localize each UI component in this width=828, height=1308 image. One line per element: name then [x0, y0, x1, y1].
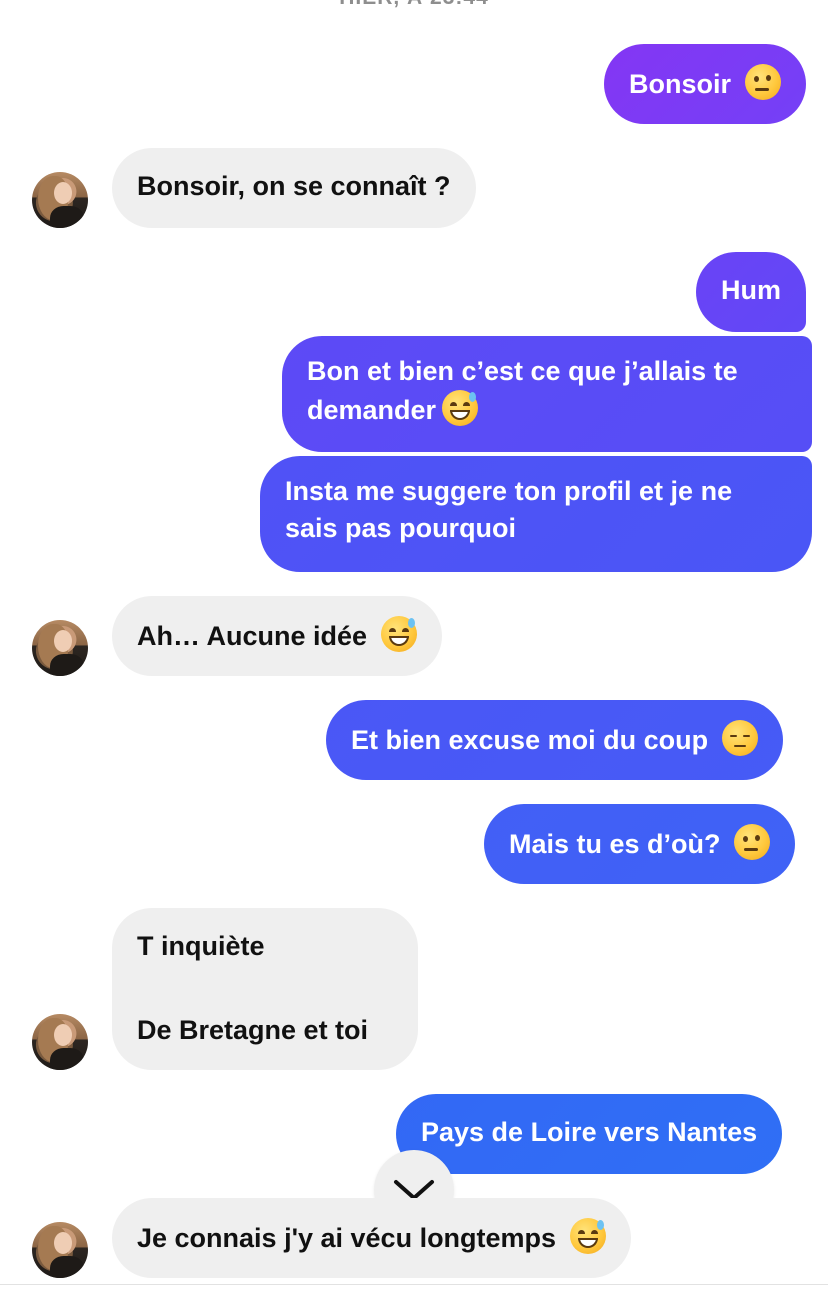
outgoing-message[interactable]: Mais tu es d’où? [484, 804, 796, 884]
message-text: Bonsoir, on se connaît ? [137, 171, 451, 201]
incoming-message[interactable]: Ah… Aucune idée [112, 596, 442, 676]
avatar[interactable] [32, 172, 88, 228]
thinking-face-emoji [744, 64, 781, 100]
outgoing-message[interactable]: Bonsoir [604, 44, 806, 124]
chat-screen: HIER, À 23:44 Bonsoir Bonsoir, on se con… [0, 0, 828, 1308]
outgoing-message[interactable]: Bon et bien c’est ce que j’allais te dem… [282, 336, 812, 452]
message-text: De Bretagne et toi [137, 1015, 369, 1045]
message-text: Et bien excuse moi du coup [351, 725, 709, 755]
outgoing-message[interactable]: Pays de Loire vers Nantes [396, 1094, 783, 1174]
avatar[interactable] [32, 620, 88, 676]
composer-divider [0, 1284, 828, 1285]
avatar[interactable] [32, 1222, 88, 1278]
message-text: Hum [721, 275, 781, 305]
sweat-smile-emoji [442, 390, 479, 426]
message-text: T inquiète [137, 931, 265, 961]
sweat-smile-emoji [569, 1218, 606, 1254]
message-timestamp: HIER, À 23:44 [0, 0, 828, 10]
incoming-message[interactable]: Je connais j'y ai vécu longtemps [112, 1198, 631, 1278]
sweat-smile-emoji [380, 616, 417, 652]
message-text: Insta me suggere ton profil et je ne sai… [285, 476, 733, 543]
outgoing-message[interactable]: Insta me suggere ton profil et je ne sai… [260, 456, 812, 572]
incoming-message[interactable]: T inquiète De Bretagne et toi [112, 908, 418, 1070]
outgoing-message[interactable]: Et bien excuse moi du coup [326, 700, 783, 780]
message-text: Ah… Aucune idée [137, 621, 368, 651]
incoming-message[interactable]: Bonsoir, on se connaît ? [112, 148, 476, 228]
thinking-face-emoji [734, 824, 771, 860]
message-text: Mais tu es d’où? [509, 829, 721, 859]
avatar[interactable] [32, 1014, 88, 1070]
pensive-face-emoji [721, 720, 758, 756]
outgoing-message[interactable]: Hum [696, 252, 806, 332]
message-text: Pays de Loire vers Nantes [421, 1117, 758, 1147]
message-text: Je connais j'y ai vécu longtemps [137, 1223, 557, 1253]
message-text: Bonsoir [629, 69, 732, 99]
message-text: Bon et bien c’est ce que j’allais te dem… [307, 356, 738, 425]
